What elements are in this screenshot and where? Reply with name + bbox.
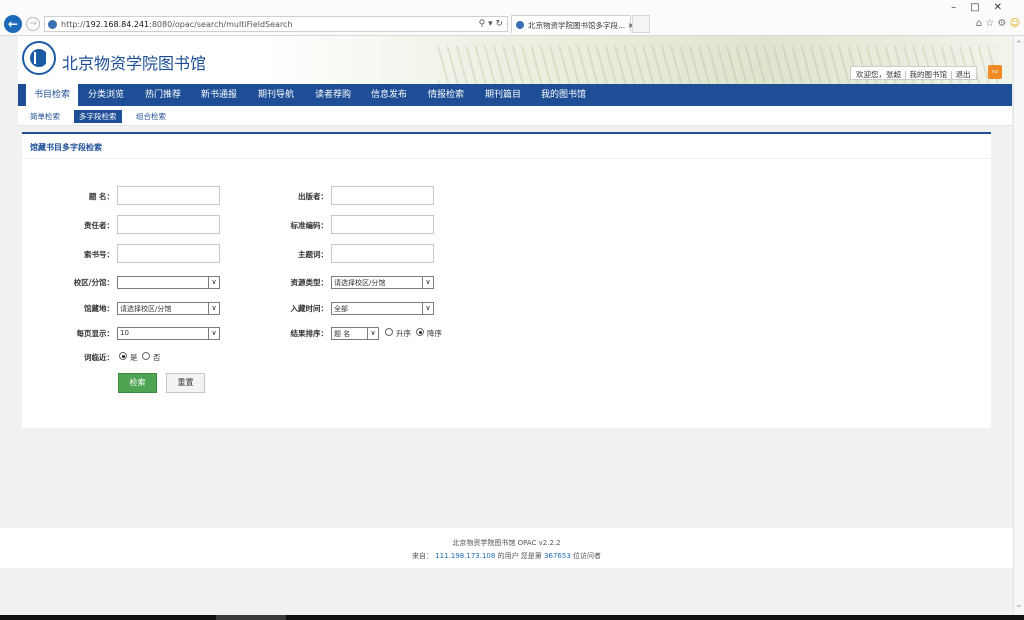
window-controls[interactable]: –□✕ [951, 2, 1016, 13]
campus-label: 校区/分馆： [73, 278, 114, 287]
scroll-up-icon[interactable]: ⌃ [1015, 40, 1023, 50]
toolbar-icons[interactable]: ⌂ ☆ ⚙ ☺ [976, 18, 1020, 29]
browser-chrome: ← → http://192.168.84.241:8080/opac/sear… [0, 0, 1024, 36]
browser-tab[interactable]: 北京物资学院图书馆多字段... × [511, 15, 634, 33]
subject-label: 主题词： [298, 250, 328, 259]
page-size-select[interactable]: 10 ∨ [117, 327, 220, 340]
panel-title: 馆藏书目多字段检索 [30, 143, 102, 152]
search-refresh-icon[interactable]: ⚲ ▾ ↻ [479, 19, 503, 29]
footer-version: 北京物资学院图书馆 OPAC v2.2.2 [452, 539, 561, 547]
call-number-input[interactable] [117, 244, 220, 263]
chevron-down-icon: ∨ [422, 303, 433, 314]
proximity-label: 词临近： [84, 353, 114, 362]
proximity-no-radio[interactable] [142, 352, 150, 360]
author-label: 责任者： [84, 221, 114, 230]
site-title: 北京物资学院图书馆 [62, 54, 207, 73]
sort-select[interactable]: 题 名 ∨ [331, 327, 379, 340]
tab-title: 北京物资学院图书馆多字段... × [528, 21, 634, 30]
chevron-down-icon: ∨ [208, 277, 219, 288]
proximity-yes-radio[interactable] [119, 352, 127, 360]
new-tab-button[interactable] [632, 15, 650, 33]
feedback-smiley-icon[interactable]: ☺ [1010, 18, 1020, 29]
nav-item-catalog-search[interactable]: 书目检索 [26, 84, 79, 106]
location-select[interactable]: 请选择校区/分馆 ∨ [117, 302, 220, 315]
university-logo-icon [22, 41, 56, 75]
nav-item-category-browse[interactable]: 分类浏览 [88, 84, 124, 106]
address-url: http://192.168.84.241:8080/opac/search/m… [61, 20, 293, 29]
tab-favicon-icon [516, 21, 524, 29]
footer-visitor-info: 来自： 111.198.173.108 的用户 您是第 367653 位访问者 [411, 552, 602, 560]
campus-select[interactable]: ∨ [117, 276, 220, 289]
main-nav: 书目检索 分类浏览 热门推荐 新书通报 期刊导航 读者荐购 信息发布 情报检索 … [18, 84, 1012, 106]
user-bar: 欢迎您，张超 | 我的图书馆 | 退出 [850, 66, 977, 80]
visitor-count: 367653 [544, 552, 571, 560]
subnav-simple-search[interactable]: 简单检索 [30, 110, 60, 123]
sort-asc-radio[interactable] [385, 328, 393, 336]
resource-type-select[interactable]: 请选择校区/分馆 ∨ [331, 276, 434, 289]
nav-item-journal-nav[interactable]: 期刊导航 [258, 84, 294, 106]
search-button[interactable]: 检索 [118, 373, 157, 393]
subnav-combined-search[interactable]: 组合检索 [136, 110, 166, 123]
author-input[interactable] [117, 215, 220, 234]
address-bar[interactable]: http://192.168.84.241:8080/opac/search/m… [44, 16, 508, 32]
publisher-input[interactable] [331, 186, 434, 205]
logout-link[interactable]: 退出 [956, 70, 971, 79]
page: 北京物资学院图书馆 欢迎您，张超 | 我的图书馆 | 退出 ∾ 书目检索 分类浏览 热门… [0, 36, 1013, 616]
nav-item-intel-search[interactable]: 情报检索 [428, 84, 464, 106]
chevron-down-icon: ∨ [208, 303, 219, 314]
nav-item-my-library[interactable]: 我的图书馆 [541, 84, 586, 106]
proximity-yes-label: 是 [130, 353, 138, 362]
isbn-input[interactable] [331, 215, 434, 234]
visitor-ip: 111.198.173.108 [435, 552, 496, 560]
sort-label: 结果排序： [290, 329, 329, 338]
site-banner: 北京物资学院图书馆 欢迎您，张超 | 我的图书馆 | 退出 ∾ [18, 36, 1012, 84]
site-favicon-icon [48, 20, 57, 29]
welcome-text: 欢迎您，张超 [856, 70, 901, 79]
sort-asc-label: 升序 [396, 329, 411, 338]
divider [22, 158, 991, 159]
sub-nav: 简单检索 多字段检索 组合检索 [18, 106, 1012, 126]
accession-date-select[interactable]: 全部 ∨ [331, 302, 434, 315]
nav-item-info-publish[interactable]: 信息发布 [371, 84, 407, 106]
chevron-down-icon: ∨ [208, 328, 219, 339]
location-label: 馆藏地： [84, 304, 114, 313]
forward-button[interactable]: → [26, 17, 40, 31]
nav-item-reader-purchase[interactable]: 读者荐购 [315, 84, 351, 106]
nav-item-hot-recommend[interactable]: 热门推荐 [145, 84, 181, 106]
page-footer: 北京物资学院图书馆 OPAC v2.2.2 来自： 111.198.173.10… [0, 528, 1013, 568]
title-input[interactable] [117, 186, 220, 205]
chevron-down-icon: ∨ [422, 277, 433, 288]
reset-button[interactable]: 重置 [166, 373, 205, 393]
scroll-down-icon[interactable]: ⌄ [1015, 600, 1023, 610]
vertical-scrollbar[interactable]: ⌃ ⌄ [1013, 36, 1024, 616]
taskbar [0, 615, 1024, 620]
isbn-label: 标准编码： [290, 221, 329, 230]
subnav-multi-field-search[interactable]: 多字段检索 [74, 110, 122, 123]
sort-desc-label: 降序 [427, 329, 442, 338]
nav-item-journal-articles[interactable]: 期刊篇目 [485, 84, 521, 106]
proximity-no-label: 否 [153, 353, 161, 362]
call-number-label: 索书号： [84, 250, 114, 259]
sort-desc-radio[interactable] [416, 328, 424, 336]
accession-date-label: 入藏时间： [290, 304, 329, 313]
nav-item-new-books[interactable]: 新书通报 [201, 84, 237, 106]
chevron-down-icon: ∨ [367, 328, 378, 339]
page-size-label: 每页显示： [76, 329, 115, 338]
title-label: 题 名： [88, 192, 114, 201]
my-library-link[interactable]: 我的图书馆 [910, 70, 948, 79]
publisher-label: 出版者： [298, 192, 328, 201]
resource-type-label: 资源类型： [290, 278, 329, 287]
subject-input[interactable] [331, 244, 434, 263]
back-button[interactable]: ← [4, 15, 22, 33]
rss-icon[interactable]: ∾ [988, 65, 1002, 79]
